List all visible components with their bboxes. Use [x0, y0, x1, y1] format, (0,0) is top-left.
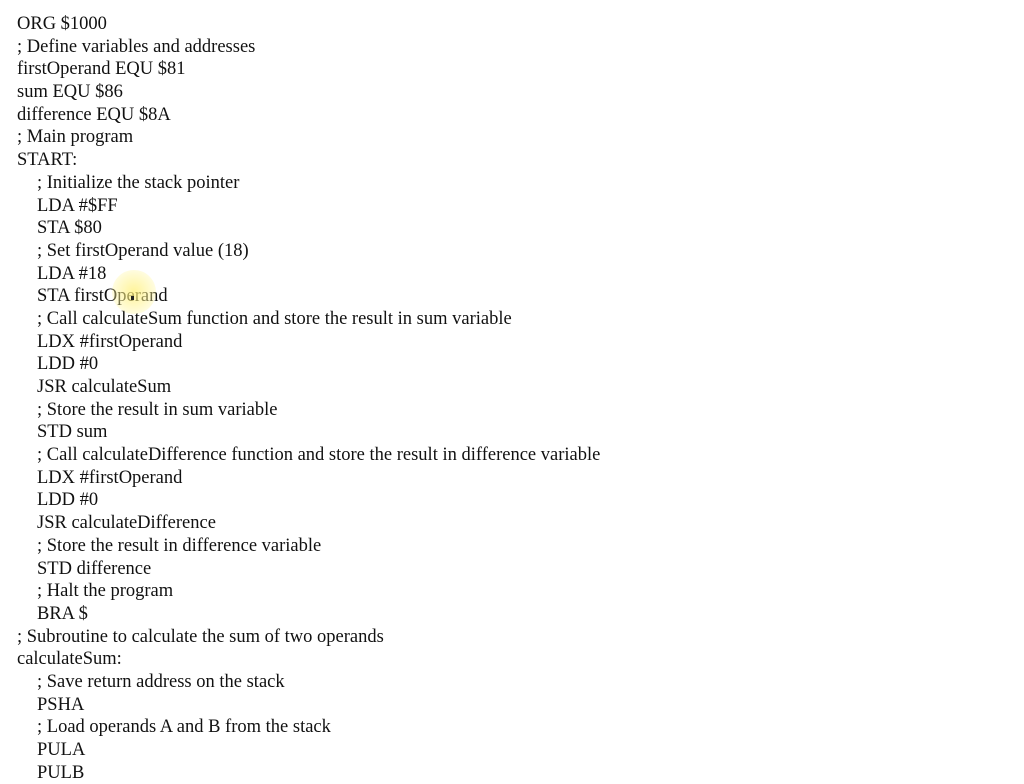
code-comment-line: ; Store the result in difference variabl… [37, 535, 322, 556]
code-line: JSR calculateDifference [37, 513, 216, 534]
code-comment-line: ; Initialize the stack pointer [37, 172, 240, 193]
code-comment-line: ; Halt the program [37, 581, 174, 602]
code-line: PULB [37, 762, 85, 783]
code-line: LDA #$FF [37, 195, 118, 216]
code-line: LDX #firstOperand [37, 467, 183, 488]
code-document: ORG $1000; Define variables and addresse… [17, 13, 600, 784]
code-comment-line: ; Store the result in sum variable [37, 399, 278, 420]
code-comment-line: ; Subroutine to calculate the sum of two… [17, 626, 384, 647]
code-comment-line: ; Set firstOperand value (18) [37, 240, 249, 261]
code-line: STA firstOperand [37, 286, 168, 307]
code-comment-line: ; Call calculateSum function and store t… [37, 308, 512, 329]
code-line: LDX #firstOperand [37, 331, 183, 352]
code-line: ORG $1000 [17, 14, 107, 34]
code-comment-line: ; Load operands A and B from the stack [37, 717, 331, 738]
code-line: LDA #18 [37, 263, 107, 284]
code-line: STD difference [37, 558, 152, 579]
code-line: JSR calculateSum [37, 377, 172, 397]
code-label-line: calculateSum: [17, 649, 122, 670]
code-line: PSHA [37, 694, 85, 715]
code-line: firstOperand EQU $81 [17, 59, 186, 80]
code-line: STA $80 [37, 218, 102, 239]
code-comment-line: ; Main program [17, 127, 134, 148]
code-line: LDD #0 [37, 490, 99, 511]
code-line: BRA $ [37, 603, 88, 624]
code-comment-line: ; Call calculateDifference function and … [37, 445, 601, 466]
code-line: PULA [37, 740, 86, 760]
code-line: sum EQU $86 [17, 82, 123, 103]
code-line: difference EQU $8A [17, 104, 171, 125]
code-comment-line: ; Save return address on the stack [37, 671, 285, 692]
code-line: LDD #0 [37, 354, 99, 375]
code-line: STD sum [37, 422, 108, 443]
code-comment-line: ; Define variables and addresses [17, 36, 256, 57]
code-label-line: START: [17, 150, 78, 171]
